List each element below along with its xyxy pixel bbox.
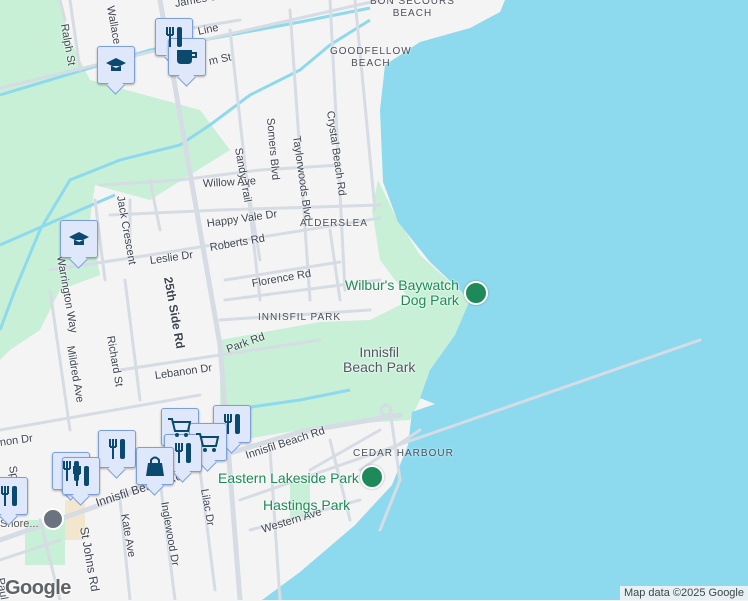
area-alderslea: ALDERSLEA — [300, 218, 368, 229]
restaurant-pin-icon[interactable] — [0, 477, 28, 515]
tree-icon[interactable] — [360, 465, 384, 489]
restaurant-pin-icon[interactable] — [98, 430, 136, 468]
area-bon-secours-beach: BON SECOURS BEACH — [370, 0, 455, 19]
area-goodfellow-beach: GOODFELLOW BEACH — [330, 46, 412, 69]
park-label-wilburs-baywatch[interactable]: Wilbur's Baywatch Dog Park — [345, 278, 459, 308]
park-label-innisfil-beach-park[interactable]: Innisfil Beach Park — [343, 345, 415, 375]
school-pin-icon[interactable] — [97, 46, 135, 84]
area-innisfil-park: INNISFIL PARK — [258, 312, 342, 323]
map-attribution[interactable]: Map data ©2025 Google — [619, 586, 748, 600]
park-label-eastern-lakeside[interactable]: Eastern Lakeside Park — [218, 471, 359, 486]
area-cedar-harbour: CEDAR HARBOUR — [353, 448, 454, 459]
shopping-bag-pin-icon[interactable] — [136, 447, 174, 485]
school-pin-icon[interactable] — [60, 220, 98, 258]
library-icon[interactable] — [42, 508, 64, 530]
google-logo: Google — [5, 577, 71, 599]
park-label-hastings[interactable]: Hastings Park — [263, 498, 350, 513]
tree-icon[interactable] — [464, 281, 488, 305]
